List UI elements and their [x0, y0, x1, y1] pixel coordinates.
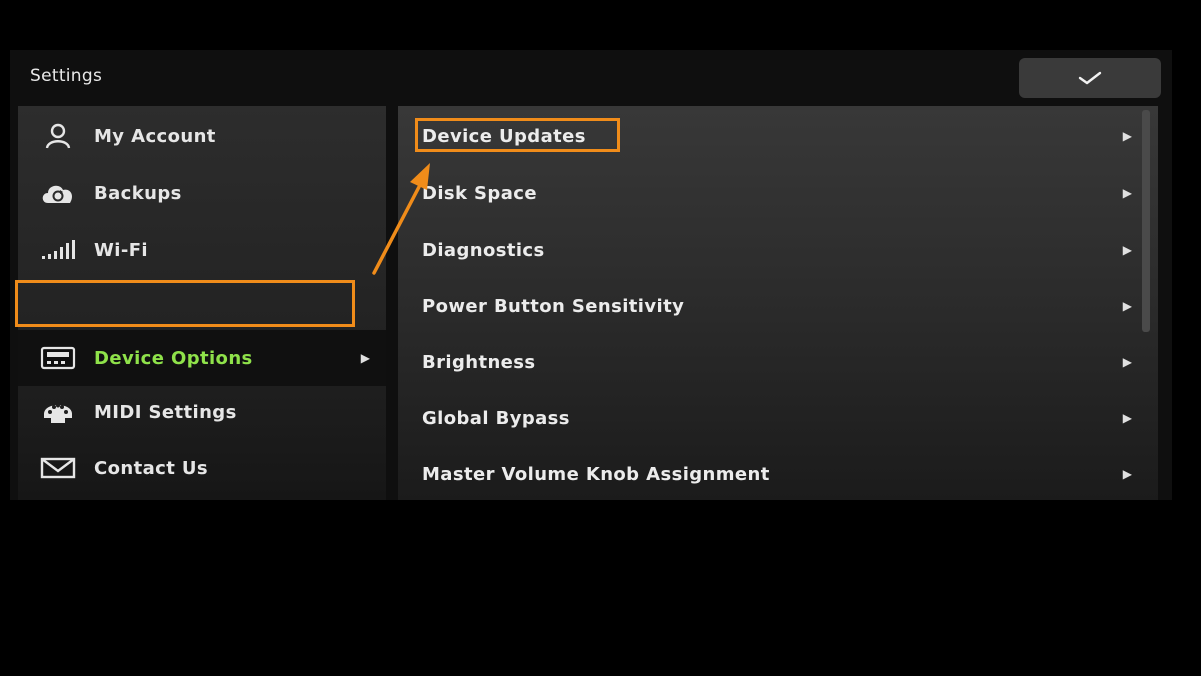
menu-item-label: Disk Space — [422, 182, 537, 204]
menu-item-disk-space[interactable]: Disk Space ▶ — [398, 165, 1138, 221]
chevron-right-icon: ▶ — [360, 351, 370, 365]
sidebar-item-contact-us[interactable]: Contact Us — [18, 440, 386, 496]
sidebar-item-label: Device Options — [94, 347, 253, 369]
sidebar-item-label: My Account — [94, 125, 216, 147]
menu-item-brightness[interactable]: Brightness ▶ — [398, 334, 1138, 390]
chevron-right-icon: ▶ — [1122, 299, 1132, 313]
menu-item-global-bypass[interactable]: Global Bypass ▶ — [398, 390, 1138, 446]
chevron-right-icon: ▶ — [1122, 411, 1132, 425]
sidebar-item-my-account[interactable]: My Account — [18, 108, 386, 164]
menu-item-label: Device Updates — [422, 125, 586, 147]
sidebar-item-label: Contact Us — [94, 457, 209, 479]
confirm-button[interactable] — [1019, 58, 1161, 98]
menu-item-power-button-sensitivity[interactable]: Power Button Sensitivity ▶ — [398, 278, 1138, 334]
menu-item-label: Master Volume Knob Assignment — [422, 463, 770, 485]
device-icon — [40, 343, 76, 373]
user-icon — [40, 121, 76, 151]
settings-screen: Settings My Account Backups Wi-Fi Device… — [10, 50, 1172, 500]
page-title: Settings — [30, 66, 103, 86]
cloud-sync-icon — [40, 178, 76, 208]
sidebar: My Account Backups Wi-Fi Device Options … — [18, 106, 386, 500]
sidebar-item-backups[interactable]: Backups — [18, 165, 386, 221]
menu-item-diagnostics[interactable]: Diagnostics ▶ — [398, 222, 1138, 278]
sidebar-item-device-options[interactable]: Device Options ▶ — [18, 330, 386, 386]
sidebar-item-label: MIDI Settings — [94, 401, 237, 423]
chevron-right-icon: ▶ — [1122, 129, 1132, 143]
menu-item-label: Global Bypass — [422, 407, 570, 429]
sidebar-item-label: Wi-Fi — [94, 239, 148, 261]
chevron-right-icon: ▶ — [1122, 467, 1132, 481]
sidebar-item-label: Backups — [94, 182, 182, 204]
menu-item-label: Power Button Sensitivity — [422, 295, 685, 317]
checkmark-icon — [1078, 71, 1102, 85]
device-options-menu: Device Updates ▶ Disk Space ▶ Diagnostic… — [398, 106, 1158, 500]
menu-item-master-volume-knob-assignment[interactable]: Master Volume Knob Assignment ▶ — [398, 446, 1138, 502]
chevron-right-icon: ▶ — [1122, 186, 1132, 200]
sidebar-item-midi-settings[interactable]: MIDI Settings — [18, 384, 386, 440]
menu-item-label: Brightness — [422, 351, 536, 373]
chevron-right-icon: ▶ — [1122, 243, 1132, 257]
menu-item-label: Diagnostics — [422, 239, 545, 261]
sidebar-item-wi-fi[interactable]: Wi-Fi — [18, 222, 386, 278]
menu-scrollbar[interactable] — [1142, 110, 1150, 332]
menu-item-device-updates[interactable]: Device Updates ▶ — [398, 108, 1138, 164]
signal-bars-icon — [40, 235, 76, 265]
midi-connector-icon — [40, 397, 76, 427]
chevron-right-icon: ▶ — [1122, 355, 1132, 369]
envelope-icon — [40, 453, 76, 483]
